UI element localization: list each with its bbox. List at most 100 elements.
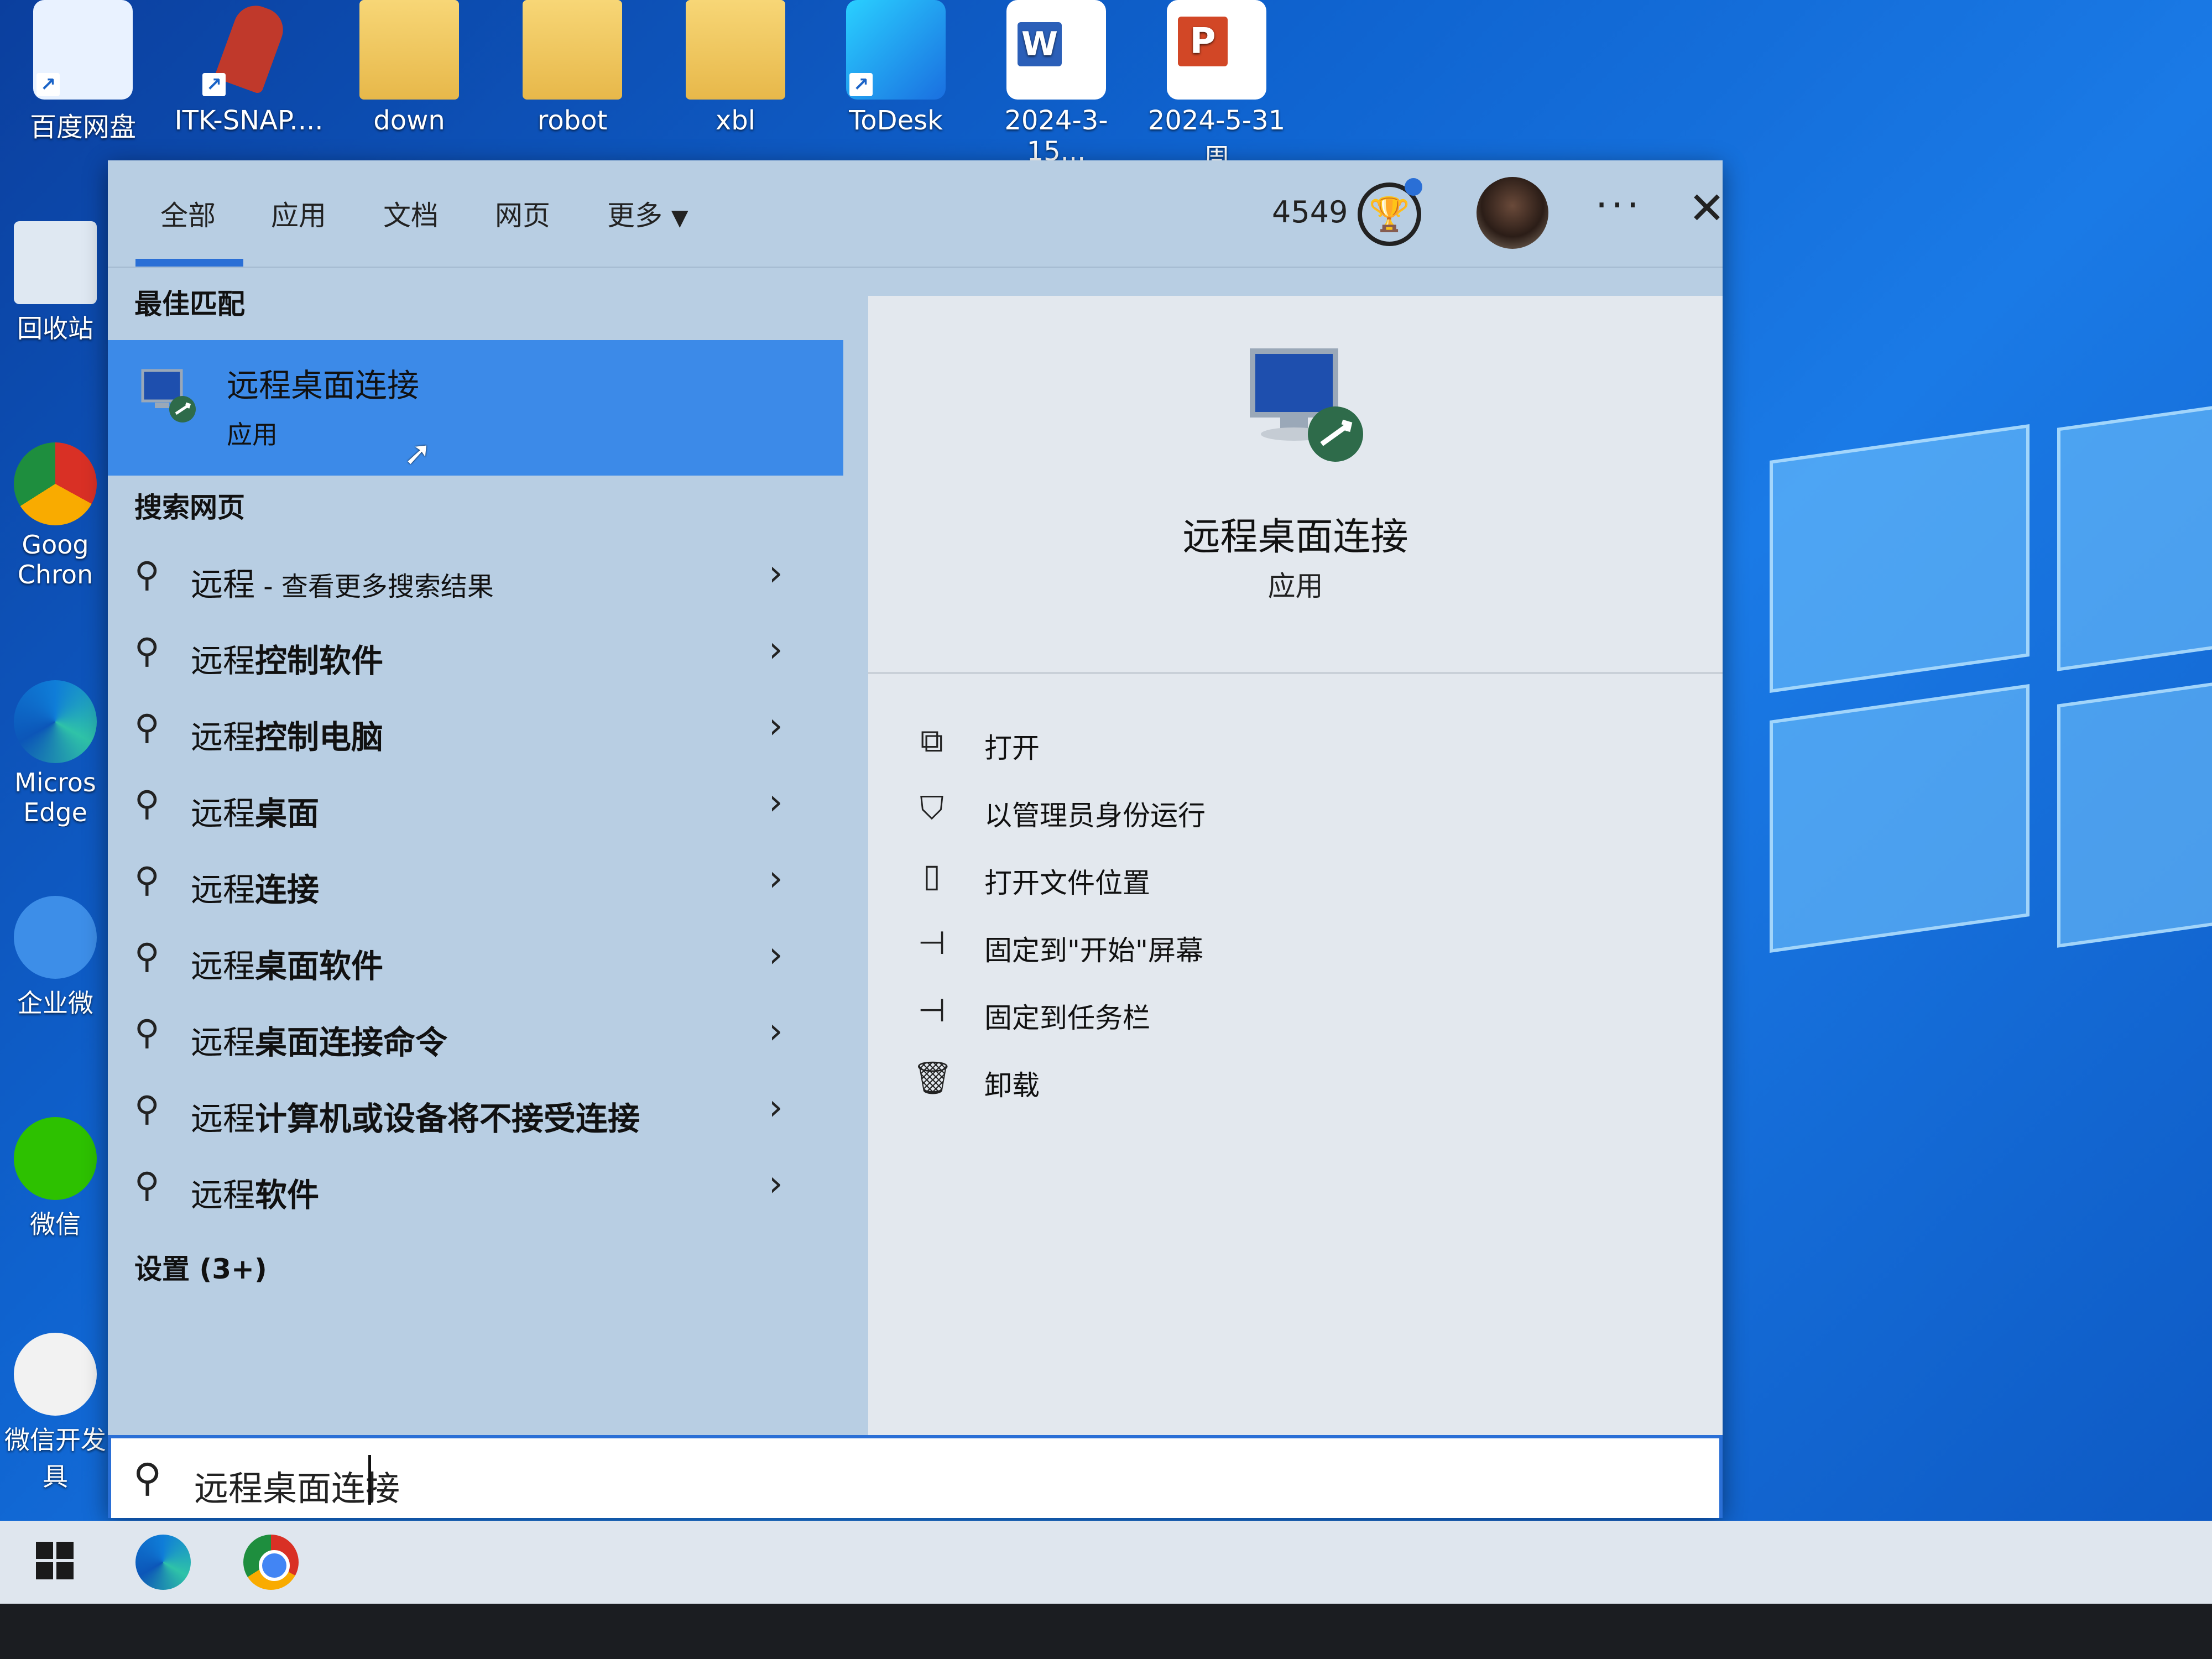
text-caret xyxy=(368,1455,371,1505)
folder-icon xyxy=(523,0,622,100)
desktop-icon-robot-folder[interactable]: robot xyxy=(495,0,650,136)
action-label: 打开文件位置 xyxy=(984,867,1150,899)
desktop-icon-label: Goog Chron xyxy=(17,530,93,589)
web-search-label: 远程软件 xyxy=(191,1176,320,1214)
chrome-icon xyxy=(14,442,97,525)
desktop-icon-itk-snap[interactable]: ↗ ITK-SNAP.... xyxy=(171,0,326,136)
file-location-icon: ▯ xyxy=(923,857,941,894)
notification-dot xyxy=(1405,178,1422,196)
desktop-icon-label: ToDesk xyxy=(849,105,943,136)
desktop-icon-label: 百度网盘 xyxy=(29,112,136,143)
desktop-icon-word-doc[interactable]: W 2024-3-15... xyxy=(979,0,1134,167)
folder-icon xyxy=(359,0,459,100)
close-button[interactable]: ✕ xyxy=(1688,182,1725,234)
chevron-down-icon: ▼ xyxy=(671,205,688,231)
web-search-label: 远程 - 查看更多搜索结果 xyxy=(191,566,494,603)
active-tab-indicator xyxy=(135,259,243,267)
web-search-label: 远程连接 xyxy=(191,871,320,909)
pin-icon: ⊣ xyxy=(917,992,946,1029)
web-search-label: 远程桌面软件 xyxy=(191,947,384,985)
detail-app-name: 远程桌面连接 xyxy=(1182,515,1408,559)
chevron-right-icon: › xyxy=(769,858,783,899)
desktop-icon-label: Micros Edge xyxy=(14,768,96,827)
search-icon: ⚲ xyxy=(134,1012,160,1052)
tab-documents[interactable]: 文档 xyxy=(383,194,439,233)
desktop-icon-label: 2024-3-15... xyxy=(1004,105,1108,167)
search-icon: ⚲ xyxy=(134,1165,160,1205)
desktop-icon-label: 企业微 xyxy=(17,988,93,1018)
action-run-as-admin[interactable]: ⛉ 以管理员身份运行 xyxy=(912,784,1631,839)
chevron-right-icon: › xyxy=(769,1011,783,1052)
tab-all[interactable]: 全部 xyxy=(160,194,216,233)
edge-taskbar-icon[interactable] xyxy=(135,1535,191,1590)
best-match-header: 最佳匹配 xyxy=(134,288,245,320)
trash-icon: 🗑 xyxy=(912,1059,953,1097)
desktop-icon-todesk[interactable]: ↗ ToDesk xyxy=(818,0,973,136)
web-search-item[interactable]: ⚲ 远程软件 › xyxy=(108,1152,843,1229)
web-search-item[interactable]: ⚲ 远程连接 › xyxy=(108,847,843,924)
action-pin-to-taskbar[interactable]: ⊣ 固定到任务栏 xyxy=(912,986,1631,1041)
tab-web[interactable]: 网页 xyxy=(495,194,550,233)
tab-more[interactable]: 更多 ▼ xyxy=(607,194,688,233)
search-icon: ⚲ xyxy=(134,554,160,594)
web-search-item[interactable]: ⚲ 远程计算机或设备将不接受连接 › xyxy=(108,1076,843,1152)
action-uninstall[interactable]: 🗑 卸载 xyxy=(912,1053,1631,1109)
web-search-label: 远程控制电脑 xyxy=(191,718,384,756)
chevron-right-icon: › xyxy=(769,706,783,747)
rewards-points: 4549 xyxy=(1272,195,1348,229)
chevron-right-icon: › xyxy=(769,1087,783,1128)
desktop-icon-recycle-bin[interactable]: 回收站 xyxy=(0,221,111,345)
desktop-icon-down-folder[interactable]: down xyxy=(332,0,487,136)
avatar[interactable] xyxy=(1477,177,1548,249)
desktop-icon-wechat[interactable]: 微信 xyxy=(0,1117,111,1241)
search-tabs: 全部 应用 文档 网页 更多 ▼ 4549 🏆 ··· ✕ xyxy=(108,160,1725,268)
web-search-item[interactable]: ⚲ 远程 - 查看更多搜索结果 › xyxy=(108,542,843,618)
action-label: 打开 xyxy=(984,732,1040,764)
folder-icon xyxy=(686,0,785,100)
chevron-right-icon: › xyxy=(769,782,783,823)
action-label: 固定到"开始"屏幕 xyxy=(984,935,1203,967)
open-icon: ⧉ xyxy=(920,722,943,759)
desktop-icon-microsoft-edge[interactable]: Micros Edge xyxy=(0,680,111,827)
baidu-netdisk-icon: ↗ xyxy=(33,0,133,100)
desktop-icon-xbl-folder[interactable]: xbl xyxy=(658,0,813,136)
tab-apps[interactable]: 应用 xyxy=(271,194,326,233)
web-search-item[interactable]: ⚲ 远程控制软件 › xyxy=(108,618,843,695)
web-search-label: 远程计算机或设备将不接受连接 xyxy=(191,1100,640,1138)
recycle-bin-icon xyxy=(14,221,97,304)
search-icon: ⚲ xyxy=(134,1088,160,1129)
tab-more-label: 更多 xyxy=(607,200,662,232)
best-match-item[interactable]: 远程桌面连接 应用 xyxy=(108,340,843,476)
web-search-item[interactable]: ⚲ 远程控制电脑 › xyxy=(108,695,843,771)
desktop-icon-label: 微信 xyxy=(30,1209,81,1239)
edge-icon xyxy=(14,680,97,763)
windows-start-icon[interactable] xyxy=(36,1542,75,1580)
more-options-button[interactable]: ··· xyxy=(1595,182,1642,228)
action-open[interactable]: ⧉ 打开 xyxy=(912,716,1631,771)
desktop-icon-label: xbl xyxy=(715,105,756,136)
settings-header[interactable]: 设置 (3+) xyxy=(134,1247,267,1287)
chrome-taskbar-icon[interactable] xyxy=(243,1535,299,1590)
search-icon: ⚲ xyxy=(134,783,160,823)
web-search-item[interactable]: ⚲ 远程桌面连接命令 › xyxy=(108,1000,843,1076)
search-icon: ⚲ xyxy=(134,630,160,671)
windows-wallpaper-logo xyxy=(1770,390,2212,1051)
desktop-icon-ppt-doc[interactable]: P 2024-5-31周 xyxy=(1139,0,1294,175)
wechat-devtools-icon xyxy=(14,1333,97,1416)
web-search-label: 远程桌面连接命令 xyxy=(191,1024,448,1061)
desktop-icon-label: 微信开发具 xyxy=(4,1425,106,1491)
desktop-icon-label: ITK-SNAP.... xyxy=(174,105,324,136)
search-box[interactable]: ⚲ 远程桌面连接 xyxy=(108,1435,1723,1518)
web-search-item[interactable]: ⚲ 远程桌面软件 › xyxy=(108,924,843,1000)
action-open-file-location[interactable]: ▯ 打开文件位置 xyxy=(912,851,1631,906)
web-search-item[interactable]: ⚲ 远程桌面 › xyxy=(108,771,843,847)
monitor-bezel xyxy=(0,1604,2212,1659)
desktop-icon-wecom[interactable]: 企业微 xyxy=(0,896,111,1020)
action-pin-to-start[interactable]: ⊣ 固定到"开始"屏幕 xyxy=(912,919,1631,974)
desktop-icon-baidu-netdisk[interactable]: ↗ 百度网盘 xyxy=(6,0,160,144)
remote-desktop-icon xyxy=(141,369,196,422)
desktop-icon-google-chrome[interactable]: Goog Chron xyxy=(0,442,111,589)
search-icon: ⚲ xyxy=(134,859,160,900)
desktop-icon-wechat-devtools[interactable]: 微信开发具 xyxy=(0,1333,111,1493)
desktop-icon-label: down xyxy=(373,105,445,136)
